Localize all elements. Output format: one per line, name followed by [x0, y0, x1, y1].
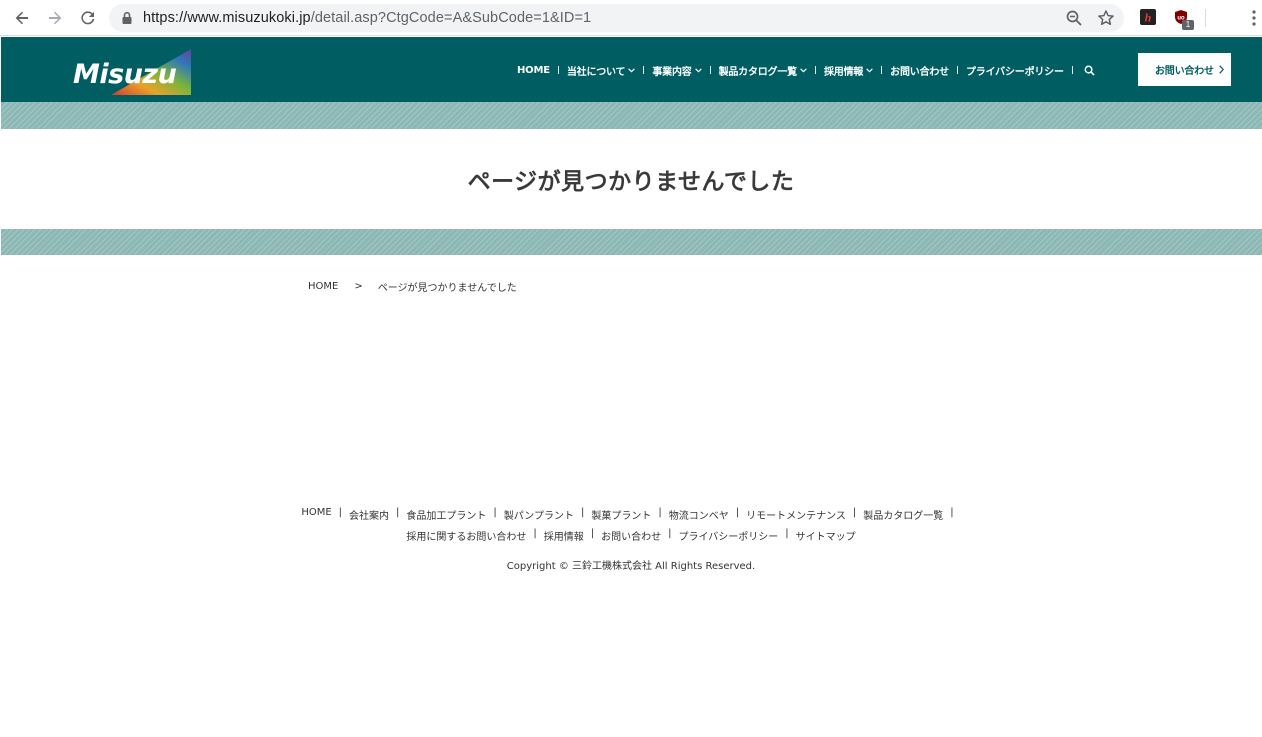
footer-divider: | [785, 528, 789, 539]
nav-divider [557, 66, 559, 74]
contact-button-label: お問い合わせ [1155, 66, 1214, 77]
copyright: Copyright © 三鈴工機株式会社 All Rights Reserved… [506, 561, 756, 572]
misuzu-logo[interactable]: Misuzu [71, 47, 193, 95]
back-icon[interactable] [12, 8, 32, 28]
footer-link-recruit[interactable]: 採用情報 [544, 528, 584, 543]
footer-divider: | [580, 507, 585, 518]
nav-recruit[interactable]: 採用情報 [824, 63, 873, 78]
footer-link-food-plant[interactable]: 食品加工プラント [406, 507, 486, 522]
footer-link-confectionery-plant[interactable]: 製菓プラント [591, 507, 651, 522]
extension-h-icon[interactable]: h [1140, 9, 1156, 25]
footer-divider: | [493, 507, 497, 518]
nav-divider [814, 66, 816, 74]
footer-divider: | [950, 507, 954, 518]
chevron-right-icon [1219, 65, 1224, 74]
footer-link-bakery-plant[interactable]: 製パンプラント [504, 507, 574, 522]
footer-link-sitemap[interactable]: サイトマップ [796, 528, 856, 543]
nav-divider [709, 66, 711, 74]
chevron-down-icon [866, 67, 873, 72]
footer-link-remote-maintenance[interactable]: リモートメンテナンス [746, 507, 846, 522]
breadcrumb-current: ページが見つかりませんでした [377, 283, 517, 294]
footer-divider: | [658, 507, 662, 518]
nav-privacy[interactable]: プライバシーポリシー [966, 63, 1064, 78]
footer-divider: | [338, 507, 343, 518]
bookmark-star-icon[interactable] [1097, 9, 1115, 27]
nav-divider [956, 66, 958, 74]
breadcrumb-home[interactable]: HOME [308, 281, 338, 292]
decorative-band-bottom [1, 229, 1262, 255]
footer-divider: | [668, 528, 672, 539]
footer-link-conveyor[interactable]: 物流コンベヤ [669, 507, 729, 522]
reload-icon[interactable] [78, 8, 98, 28]
browser-toolbar: https://www.misuzukoki.jp/detail.asp?Ctg… [0, 0, 1262, 36]
nav-home[interactable]: HOME [517, 65, 550, 76]
nav-about[interactable]: 当社について [567, 63, 636, 78]
footer-divider: | [533, 528, 537, 539]
footer-divider: | [735, 507, 740, 518]
footer-nav-row-1: HOME | 会社案内 | 食品加工プラント | 製パンプラント | 製菓プラント | 物… [0, 507, 1262, 522]
forward-icon[interactable] [45, 8, 65, 28]
footer-divider: | [852, 507, 857, 518]
footer-link-privacy[interactable]: プライバシーポリシー [678, 528, 778, 543]
footer-link-contact[interactable]: お問い合わせ [601, 528, 661, 543]
nav-divider [1071, 66, 1073, 74]
footer-link-home[interactable]: HOME [301, 507, 331, 522]
breadcrumb-separator: > [354, 281, 363, 292]
footer-nav-row-2: 採用に関するお問い合わせ | 採用情報 | お問い合わせ | プライバシーポリシー | … [0, 528, 1262, 543]
toolbar-divider [1205, 9, 1206, 27]
footer-divider: | [396, 507, 400, 518]
url-text[interactable]: https://www.misuzukoki.jp/detail.asp?Ctg… [143, 10, 591, 26]
search-icon[interactable] [1083, 63, 1097, 77]
decorative-band-top [1, 102, 1262, 129]
footer-link-recruit-inquiry[interactable]: 採用に関するお問い合わせ [406, 528, 526, 543]
footer-link-company[interactable]: 会社案内 [349, 507, 389, 522]
chevron-down-icon [800, 67, 807, 72]
page-title: ページが見つかりませんでした [467, 169, 795, 195]
breadcrumb: HOME > ページが見つかりませんでした [308, 279, 517, 294]
site-header: Misuzu HOME 当社について 事業内容 製品カタログ一覧 採用情報 お問… [1, 37, 1262, 102]
footer-link-catalog[interactable]: 製品カタログ一覧 [863, 507, 943, 522]
nav-divider [881, 66, 883, 74]
nav-catalog[interactable]: 製品カタログ一覧 [719, 63, 807, 78]
zoom-icon[interactable] [1065, 9, 1083, 27]
svg-text:h: h [1145, 11, 1152, 25]
chevron-down-icon [628, 67, 636, 72]
contact-button[interactable]: お問い合わせ [1138, 53, 1231, 86]
footer-divider: | [590, 528, 595, 539]
logo-text: Misuzu [73, 59, 177, 90]
address-bar[interactable]: https://www.misuzukoki.jp/detail.asp?Ctg… [109, 4, 1124, 32]
nav-divider [643, 66, 645, 74]
nav-contact[interactable]: お問い合わせ [890, 63, 949, 78]
chevron-down-icon [694, 67, 702, 72]
lock-icon [122, 11, 132, 24]
extension-badge: 1 [1182, 20, 1194, 30]
global-nav: HOME 当社について 事業内容 製品カタログ一覧 採用情報 お問い合わせ プラ… [517, 63, 1097, 78]
nav-business[interactable]: 事業内容 [652, 63, 702, 78]
browser-menu-icon[interactable] [1252, 10, 1256, 26]
